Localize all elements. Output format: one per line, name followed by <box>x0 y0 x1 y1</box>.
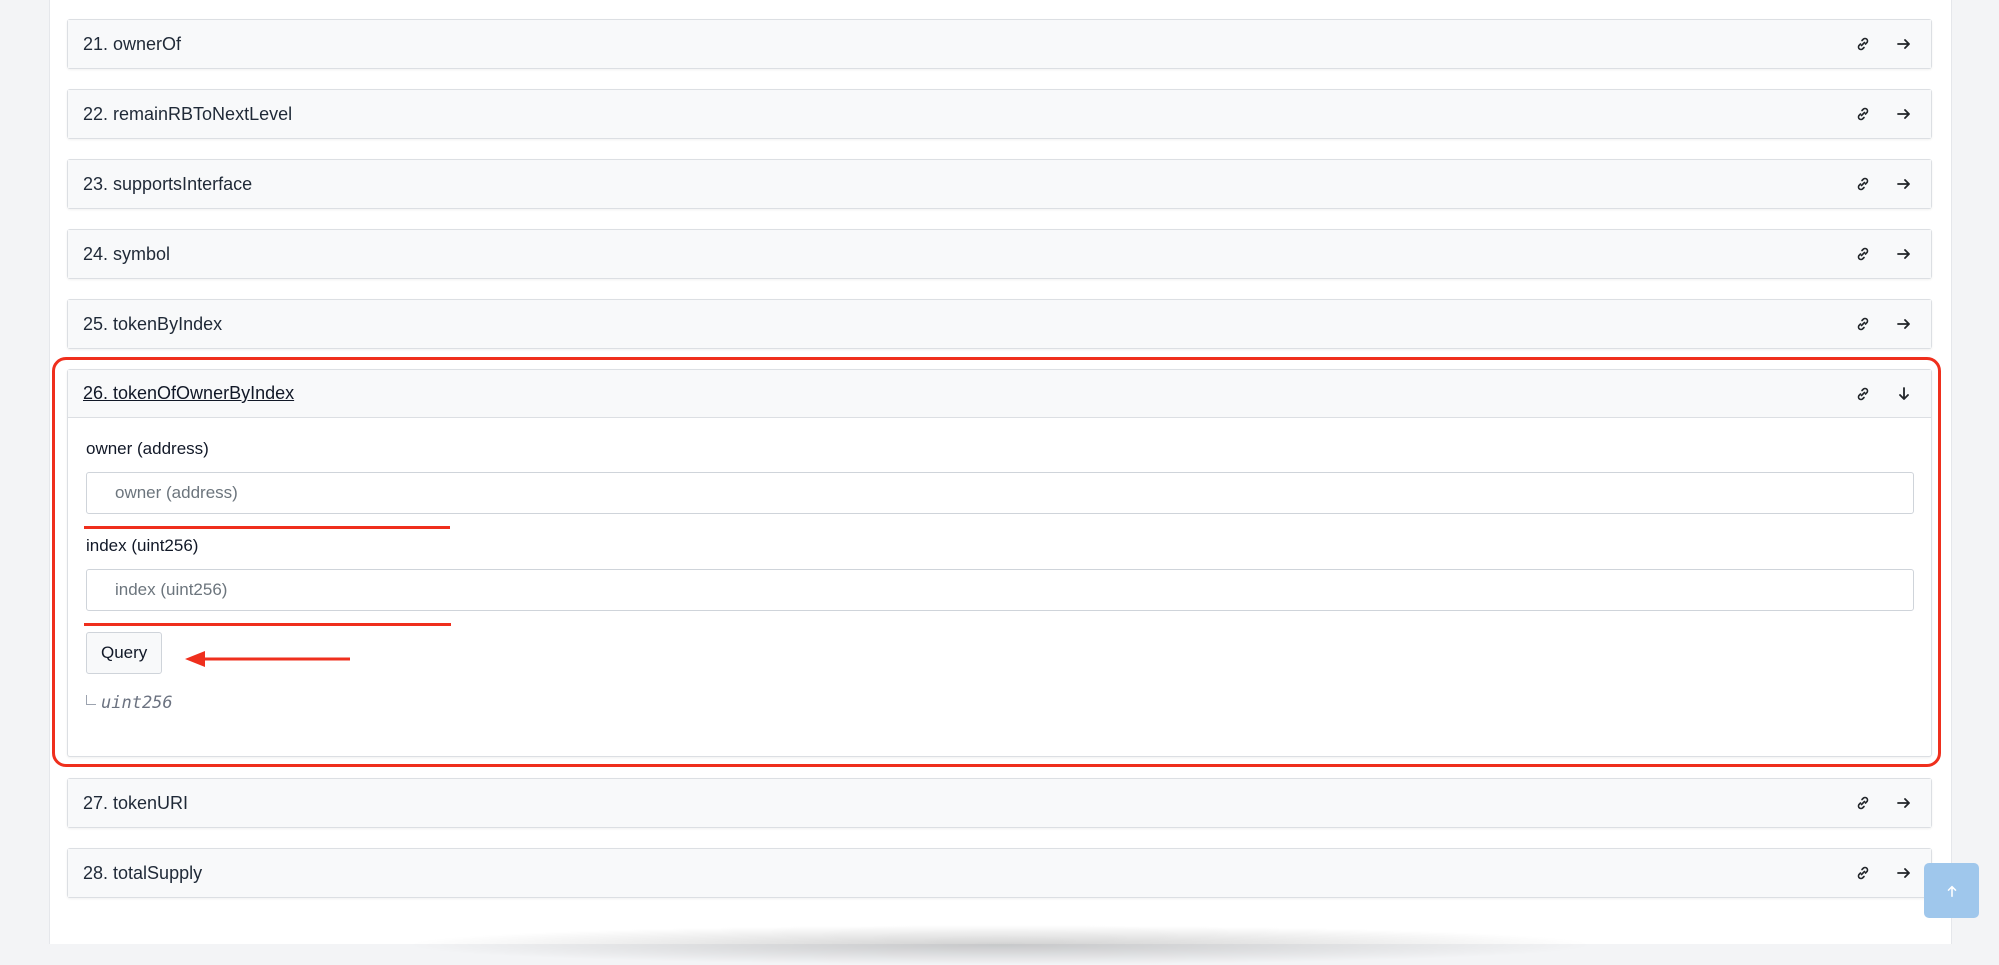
annotation-arrow-icon <box>185 651 350 667</box>
index-label: index (uint256) <box>86 536 199 555</box>
query-button[interactable]: Query <box>86 632 163 674</box>
annotation-underline-index <box>84 623 451 626</box>
arrow-right-icon[interactable] <box>1892 32 1916 56</box>
arrow-right-icon[interactable] <box>1892 172 1916 196</box>
function-item-totalSupply: 28. totalSupply <box>67 848 1932 898</box>
link-icon[interactable] <box>1851 172 1875 196</box>
function-header[interactable]: 27. tokenURI <box>68 779 1931 827</box>
arrow-right-icon[interactable] <box>1892 312 1916 336</box>
function-item-symbol: 24. symbol <box>67 229 1932 279</box>
link-icon[interactable] <box>1851 791 1875 815</box>
owner-label: owner (address) <box>86 439 209 458</box>
link-icon[interactable] <box>1851 382 1875 406</box>
function-item-tokenOfOwnerByIndex: 26. tokenOfOwnerByIndex owner (address) … <box>67 369 1932 757</box>
link-icon[interactable] <box>1851 861 1875 885</box>
arrow-right-icon[interactable] <box>1892 791 1916 815</box>
function-header[interactable]: 23. supportsInterface <box>68 160 1931 208</box>
function-title[interactable]: 22. remainRBToNextLevel <box>83 104 1834 125</box>
arrow-right-icon[interactable] <box>1892 242 1916 266</box>
scroll-to-top-button[interactable] <box>1924 863 1979 918</box>
function-title[interactable]: 28. totalSupply <box>83 863 1834 884</box>
function-header[interactable]: 26. tokenOfOwnerByIndex <box>68 370 1931 418</box>
index-uint256-input[interactable] <box>86 569 1914 611</box>
output-type-label: uint256 <box>101 693 173 713</box>
function-header[interactable]: 22. remainRBToNextLevel <box>68 90 1931 138</box>
tree-corner-icon <box>86 695 96 705</box>
link-icon[interactable] <box>1851 312 1875 336</box>
function-title[interactable]: 25. tokenByIndex <box>83 314 1834 335</box>
arrow-right-icon[interactable] <box>1892 861 1916 885</box>
function-item-remainRBToNextLevel: 22. remainRBToNextLevel <box>67 89 1932 139</box>
function-item-supportsInterface: 23. supportsInterface <box>67 159 1932 209</box>
function-title[interactable]: 27. tokenURI <box>83 793 1834 814</box>
function-header[interactable]: 28. totalSupply <box>68 849 1931 897</box>
arrow-down-icon[interactable] <box>1892 382 1916 406</box>
function-item-tokenByIndex: 25. tokenByIndex <box>67 299 1932 349</box>
owner-address-input[interactable] <box>86 472 1914 514</box>
arrow-up-icon <box>1947 885 1956 897</box>
bottom-shadow <box>400 925 1600 965</box>
function-header[interactable]: 21. ownerOf <box>68 20 1931 68</box>
function-title[interactable]: 26. tokenOfOwnerByIndex <box>83 383 1834 404</box>
arrow-right-icon[interactable] <box>1892 102 1916 126</box>
function-body: owner (address) index (uint256) Query ui… <box>68 418 1931 756</box>
annotation-underline-owner <box>84 526 450 529</box>
function-title[interactable]: 21. ownerOf <box>83 34 1834 55</box>
function-header[interactable]: 25. tokenByIndex <box>68 300 1931 348</box>
function-title[interactable]: 24. symbol <box>83 244 1834 265</box>
link-icon[interactable] <box>1851 32 1875 56</box>
function-item-ownerOf: 21. ownerOf <box>67 19 1932 69</box>
function-title[interactable]: 23. supportsInterface <box>83 174 1834 195</box>
output-type: uint256 <box>86 693 173 713</box>
function-header[interactable]: 24. symbol <box>68 230 1931 278</box>
link-icon[interactable] <box>1851 242 1875 266</box>
function-item-tokenURI: 27. tokenURI <box>67 778 1932 828</box>
link-icon[interactable] <box>1851 102 1875 126</box>
